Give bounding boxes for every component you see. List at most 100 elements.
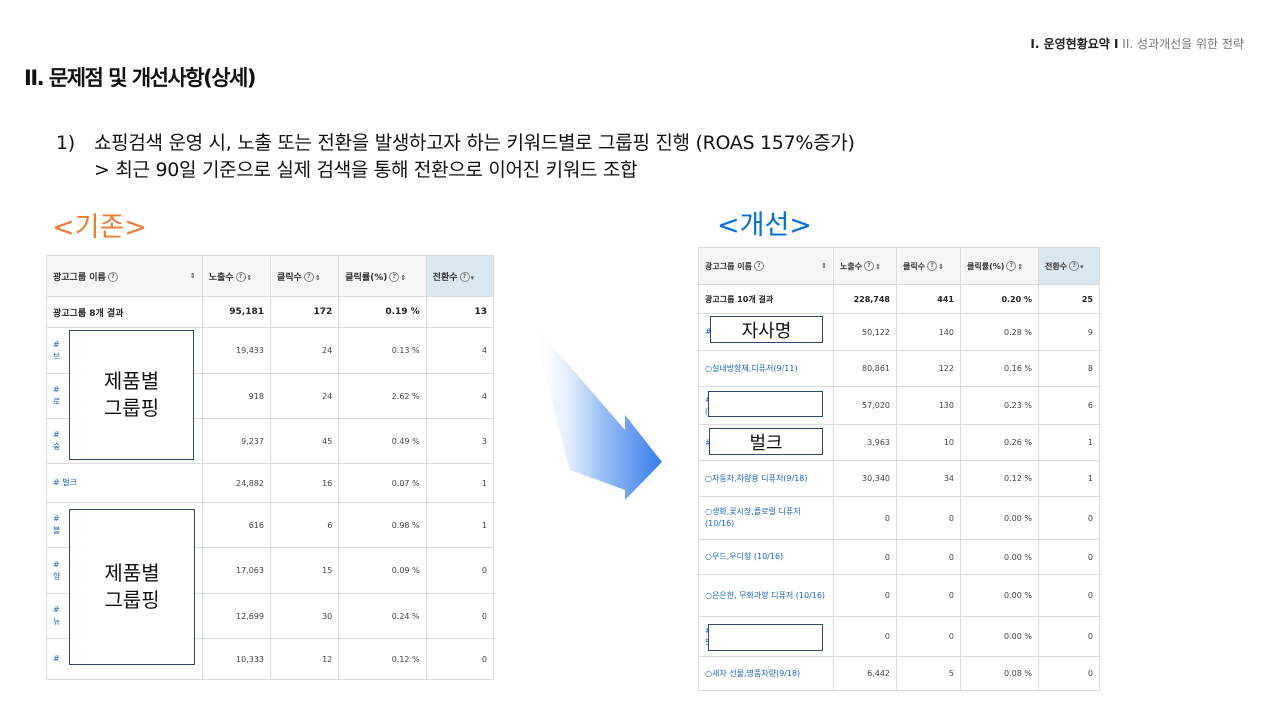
sort-icon[interactable]: ⇕ [190,272,196,280]
metric-cell: 0.08 % [960,656,1039,691]
ad-group-name-cell[interactable]: ○실내방향제,디퓨저(9/11) [698,350,834,387]
column-header-label: 광고그룹 이름 [705,261,752,271]
column-header[interactable]: 노출수? ⇕ [201,255,271,297]
metric-cell: 3,963 [833,424,897,461]
sort-icon[interactable]: ⇕ [315,274,321,282]
column-header[interactable]: 전환수? ▾ [1038,247,1100,285]
ad-group-link: ○실내방향제,디퓨저(9/11) [705,363,798,373]
sort-icon[interactable]: ⇕ [1017,263,1023,271]
column-header[interactable]: 광고그룹 이름? ⇕ [698,247,834,285]
ad-group-name-cell[interactable]: ○생화,꽃시장,플로럴 디퓨저(10/16) [698,496,834,540]
metric-cell: 0.07 % [338,463,427,503]
breadcrumb-active: I. 운영현황요약 I [1030,37,1119,51]
metric-cell: 2.62 % [338,373,427,419]
ad-group-name-cell[interactable]: ○자동차,차량용 디퓨저(9/18) [698,460,834,497]
metric-cell: 5 [896,656,961,691]
help-icon: ? [235,272,246,282]
column-header[interactable]: 클릭률(%)? ⇕ [338,255,427,297]
metric-cell: 0 [833,574,897,617]
table-row: ○은은한, 무화과향 디퓨저 (10/16) 0 0 0.00 % 0 [698,574,1100,617]
table-row: ○새차 선물,명품차량(9/18) 6,442 5 0.08 % 0 [698,656,1100,691]
metric-cell: 122 [896,350,961,387]
ad-group-name-cell[interactable]: ○은은한, 무화과향 디퓨저 (10/16) [698,574,834,617]
metric-cell: 0.09 % [338,547,427,594]
metric-cell: 9 [1038,313,1100,351]
label-after: <개선> [717,210,812,241]
overlay-blank-1 [708,391,823,417]
metric-cell: 1 [425,463,495,503]
metric-cell: 0.23 % [960,386,1039,425]
sort-desc-icon[interactable]: ▾ [1080,263,1084,271]
table-row: ○생화,꽃시장,플로럴 디퓨저(10/16) 0 0 0.00 % 0 [698,496,1100,540]
overlay-company-name: 자사명 [710,316,823,343]
summary-row: 광고그룹 8개 결과 95,181 172 0.19 % 13 [46,296,495,328]
metric-cell: 0.00 % [960,574,1039,617]
metric-cell: 0 [425,547,495,594]
sort-desc-icon[interactable]: ▾ [471,274,475,282]
column-header-label: 광고그룹 이름 [53,272,106,283]
column-header[interactable]: 클릭률(%)? ⇕ [960,247,1039,285]
column-header[interactable]: 클릭수? ⇕ [896,247,961,285]
metric-cell: 616 [201,502,271,548]
sort-icon[interactable]: ⇕ [875,263,881,271]
column-header[interactable]: 클릭수? ⇕ [269,255,340,297]
metric-cell: 24 [269,373,340,419]
summary-value: 25 [1038,284,1100,314]
column-header-label: 클릭수 [903,261,926,271]
metric-cell: 1 [425,502,495,548]
column-header[interactable]: 광고그룹 이름? ⇕ [46,255,203,297]
breadcrumb: I. 운영현황요약 I II. 성과개선을 위한 전략 [1030,35,1244,52]
metric-cell: 45 [269,418,340,464]
metric-cell: 0 [833,539,897,575]
metric-cell: 19,433 [201,327,271,374]
metric-cell: 0 [1038,616,1100,657]
page-title: II. 문제점 및 개선사항(상세) [24,66,256,90]
metric-cell: 0.12 % [960,460,1039,497]
metric-cell: 0.16 % [960,350,1039,387]
table-header-row: 광고그룹 이름? ⇕ 노출수? ⇕ 클릭수? ⇕ 클릭률(%)? ⇕ 전환수? ▾ [46,255,495,297]
description-line1: 쇼핑검색 운영 시, 노출 또는 전환을 발생하고자 하는 키워드별로 그룹핑 … [94,132,855,154]
metric-cell: 0 [896,574,961,617]
metric-cell: 10 [896,424,961,461]
sort-icon[interactable]: ⇕ [400,274,406,282]
metric-cell: 1 [1038,424,1100,461]
ad-group-name-cell[interactable]: ○우드,우디향 (10/16) [698,539,834,575]
overlay-product-grouping-1: 제품별 그룹핑 [69,330,194,460]
metric-cell: 0.00 % [960,539,1039,575]
ad-group-name-cell[interactable]: ○새차 선물,명품차량(9/18) [698,656,834,691]
sort-icon[interactable]: ⇕ [821,262,827,270]
sort-icon[interactable]: ⇕ [247,274,253,282]
metric-cell: 0 [1038,656,1100,691]
metric-cell: 0 [896,496,961,540]
ad-group-link: ○자동차,차량용 디퓨저(9/18) [705,473,808,483]
metric-cell: 16 [269,463,340,503]
ad-group-name-cell[interactable]: # 벌크 [46,463,203,503]
column-header-label: 클릭률(%) [345,272,388,283]
metric-cell: 10,333 [201,638,271,680]
column-header-label: 클릭률(%) [967,261,1005,271]
description-number: 1) [56,132,75,154]
overlay-blank-2 [708,624,823,651]
metric-cell: 17,063 [201,547,271,594]
ad-group-link: ○새차 선물,명품차량(9/18) [705,668,801,678]
sort-icon[interactable]: ⇕ [938,263,944,271]
metric-cell: 0 [1038,574,1100,617]
ad-group-link: # 벌크 [53,478,77,487]
metric-cell: 0.26 % [960,424,1039,461]
summary-value: 0.20 % [960,284,1039,314]
ad-group-link: ○우드,우디향 (10/16) [705,552,784,561]
help-icon: ? [753,261,764,271]
metric-cell: 30,340 [833,460,897,497]
metric-cell: 0 [1038,496,1100,540]
metric-cell: 8 [1038,350,1100,387]
column-header[interactable]: 전환수? ▾ [425,255,495,297]
table-row: # 벌크 24,882 16 0.07 % 1 [46,463,495,503]
metric-cell: 0.24 % [338,593,427,639]
help-icon: ? [1069,261,1080,271]
metric-cell: 0.28 % [960,313,1039,351]
column-header[interactable]: 노출수? ⇕ [833,247,897,285]
metric-cell: 0.00 % [960,616,1039,657]
metric-cell: 6,442 [833,656,897,691]
metric-cell: 30 [269,593,340,639]
column-header-label: 전환수 [432,272,458,283]
